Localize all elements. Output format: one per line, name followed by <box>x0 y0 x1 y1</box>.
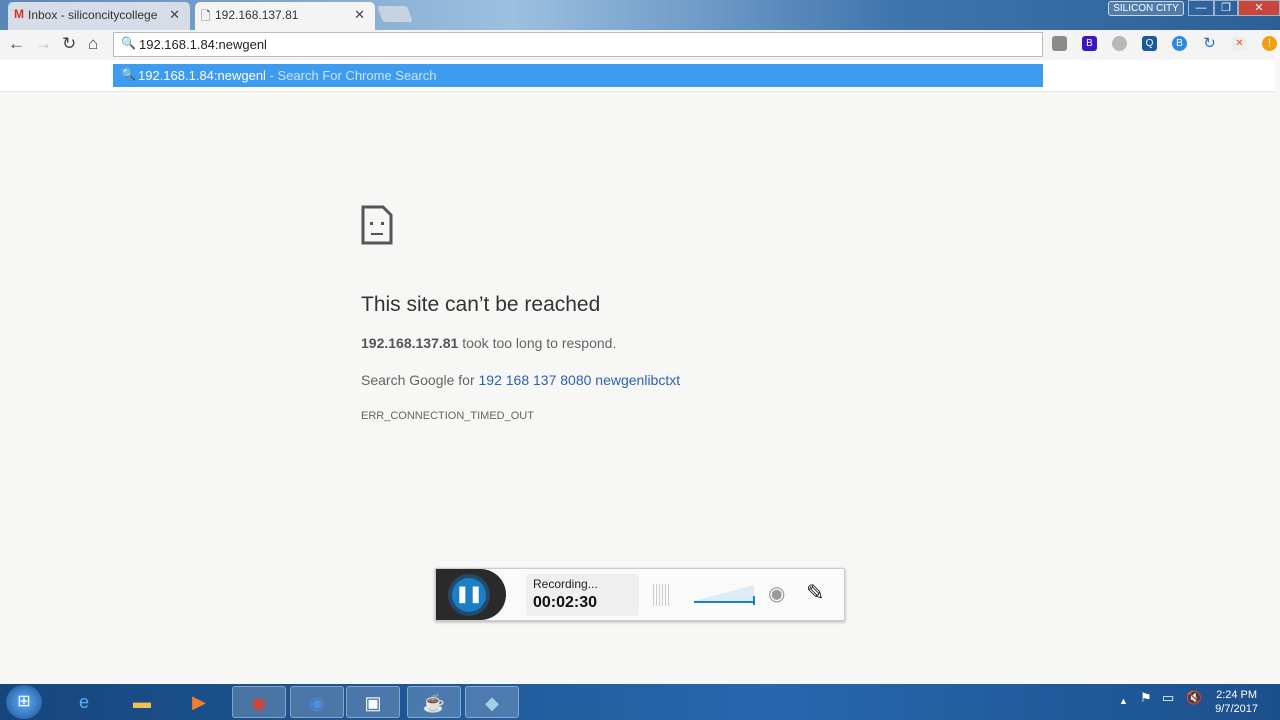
taskbar: ⊞ e ▬ ▶ ◉ ◉ ▣ ☕ ◆ ▲ ⚑ ▭ 🔇 2:24 PM 9/7/20… <box>0 684 1280 720</box>
toolbar: ← → ↻ ⌂ 🔍 192.168.1.84:newgenl B Q B ↻ ✕… <box>0 30 1277 60</box>
close-window-button[interactable]: ✕ <box>1238 0 1280 16</box>
gray-extension-icon[interactable] <box>1112 36 1127 51</box>
drag-grip-icon[interactable] <box>653 584 669 606</box>
recording-status: Recording... 00:02:30 <box>526 574 639 616</box>
alert-extension-icon[interactable]: ! <box>1262 36 1277 51</box>
tab-active[interactable]: 🗋 192.168.137.81 ✕ <box>195 2 375 30</box>
search-link[interactable]: 192 168 137 8080 newgenlibctxt <box>479 372 681 388</box>
volume-muted-icon[interactable]: 🔇 <box>1186 690 1202 706</box>
close-tab-icon[interactable]: ✕ <box>169 7 180 23</box>
back-icon[interactable]: ← <box>8 34 25 54</box>
forward-icon[interactable]: → <box>35 34 52 54</box>
reload-icon[interactable]: ↻ <box>62 34 76 54</box>
chrome-taskbar-icon-2[interactable]: ◉ <box>290 686 344 718</box>
search-prefix: Search Google for <box>361 372 475 388</box>
recording-time: 00:02:30 <box>533 594 598 611</box>
clock-date: 9/7/2017 <box>1215 703 1258 715</box>
recording-label: Recording... <box>533 577 598 591</box>
clock[interactable]: 2:24 PM 9/7/2017 <box>1215 688 1258 716</box>
clock-time: 2:24 PM <box>1216 689 1258 701</box>
start-button[interactable]: ⊞ <box>6 685 42 719</box>
java-taskbar-icon[interactable]: ☕ <box>407 686 461 718</box>
close-tab-icon[interactable]: ✕ <box>354 7 365 23</box>
webcam-icon[interactable]: ◉ <box>768 581 785 606</box>
sad-page-icon <box>361 205 393 245</box>
suggestion-item[interactable]: 🔍 192.168.1.84:newgenl - Search For Chro… <box>113 64 1043 87</box>
avast-extension-icon[interactable] <box>1052 36 1067 51</box>
app-taskbar-icon[interactable]: ◆ <box>465 686 519 718</box>
tab-title: Inbox - siliconcitycollege <box>28 8 158 22</box>
chrome-taskbar-icon[interactable]: ◉ <box>232 686 286 718</box>
profile-button[interactable]: SILICON CITY <box>1108 1 1184 16</box>
blue-extension-icon[interactable]: B <box>1172 36 1187 51</box>
network-icon[interactable]: ▭ <box>1162 690 1174 706</box>
tab-title: 192.168.137.81 <box>215 8 299 22</box>
suggestion-text: 192.168.1.84:newgenl <box>138 68 266 83</box>
error-text: took too long to respond. <box>462 335 617 351</box>
error-page: This site can’t be reached 192.168.137.8… <box>361 205 680 422</box>
pause-button[interactable]: ❚❚ <box>448 574 490 616</box>
search-extension-icon[interactable]: Q <box>1142 36 1157 51</box>
error-host: 192.168.137.81 <box>361 335 459 351</box>
new-tab-button[interactable] <box>377 6 413 22</box>
error-code: ERR_CONNECTION_TIMED_OUT <box>361 410 534 422</box>
pencil-icon[interactable]: ✎ <box>806 580 824 606</box>
maximize-button[interactable]: ❐ <box>1214 0 1238 16</box>
explorer-taskbar-icon[interactable]: ▬ <box>115 686 169 718</box>
search-icon: 🔍 <box>121 67 136 81</box>
x-extension-icon[interactable]: ✕ <box>1232 36 1247 51</box>
recorder-widget: ❚❚ Recording... 00:02:30 ◉ ✎ <box>435 568 845 621</box>
sync-extension-icon[interactable]: ↻ <box>1202 36 1217 51</box>
home-icon[interactable]: ⌂ <box>88 34 98 54</box>
gmail-icon: M <box>14 7 24 21</box>
title-bar: M Inbox - siliconcitycollege ✕ 🗋 192.168… <box>0 0 1280 30</box>
address-value: 192.168.1.84:newgenl <box>139 37 267 52</box>
cmd-taskbar-icon[interactable]: ▣ <box>346 686 400 718</box>
tab-inbox[interactable]: M Inbox - siliconcitycollege ✕ <box>8 2 190 30</box>
volume-slider[interactable] <box>692 583 756 607</box>
address-bar[interactable]: 🔍 192.168.1.84:newgenl <box>113 32 1043 57</box>
search-icon: 🔍 <box>121 36 136 50</box>
b-extension-icon[interactable]: B <box>1082 36 1097 51</box>
search-suggestion: Search Google for 192 168 137 8080 newge… <box>361 372 680 388</box>
ie-taskbar-icon[interactable]: e <box>57 686 111 718</box>
action-center-icon[interactable]: ⚑ <box>1140 690 1152 706</box>
minimize-button[interactable]: — <box>1188 0 1214 16</box>
recorder-handle[interactable]: ❚❚ <box>436 569 506 620</box>
error-title: This site can’t be reached <box>361 293 601 316</box>
suggestion-desc: - Search For Chrome Search <box>269 68 437 83</box>
show-hidden-icons[interactable]: ▲ <box>1119 696 1128 706</box>
omnibox-dropdown: 🔍 192.168.1.84:newgenl - Search For Chro… <box>0 60 1275 92</box>
page-icon: 🗋 <box>201 9 211 23</box>
media-player-taskbar-icon[interactable]: ▶ <box>172 686 226 718</box>
error-message: 192.168.137.81 took too long to respond. <box>361 335 616 351</box>
